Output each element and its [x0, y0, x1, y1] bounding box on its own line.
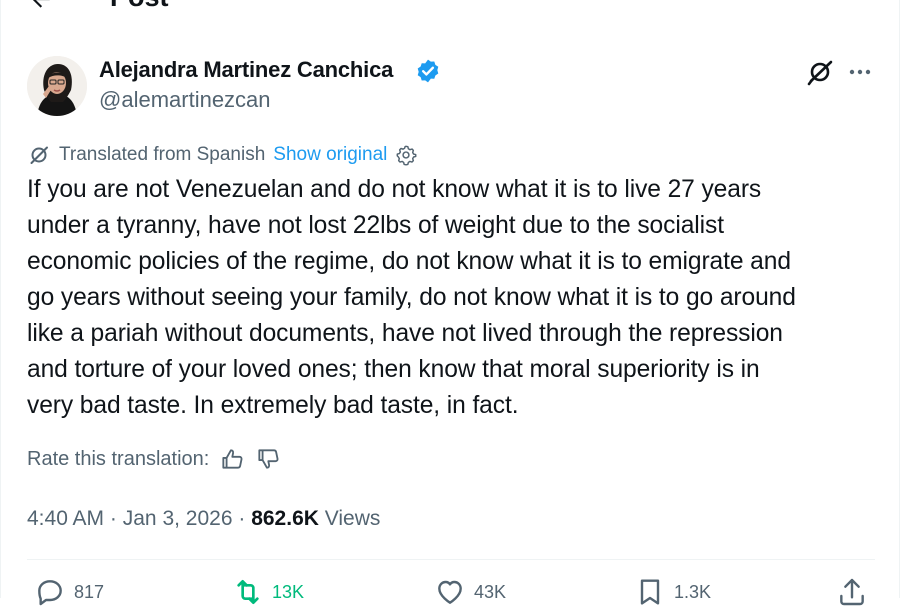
verified-badge-icon	[417, 59, 439, 83]
post-time[interactable]: 4:40 AM	[27, 507, 104, 530]
like-button[interactable]: 43K	[434, 576, 506, 608]
left-border	[0, 0, 1, 598]
page-title: Post	[110, 0, 169, 12]
repost-icon	[237, 580, 259, 604]
share-icon	[840, 578, 864, 606]
post-meta: 4:40 AM · Jan 3, 2026 · 862.6K Views	[27, 505, 380, 533]
divider	[27, 559, 875, 560]
translation-row: Translated from Spanish Show original	[27, 142, 417, 168]
rate-translation-label: Rate this translation:	[27, 447, 210, 470]
meta-separator: ·	[109, 507, 117, 530]
post-date[interactable]: Jan 3, 2026	[123, 507, 233, 530]
grok-icon[interactable]	[805, 57, 835, 87]
arrow-left-icon[interactable]	[28, 0, 54, 12]
repost-count: 13K	[272, 581, 305, 602]
meta-separator: ·	[238, 507, 246, 530]
more-icon[interactable]	[846, 60, 874, 84]
bookmark-count: 1.3K	[674, 581, 712, 602]
gear-icon[interactable]	[395, 144, 417, 166]
repost-button[interactable]: 13K	[232, 576, 304, 608]
grok-translate-icon	[30, 146, 48, 164]
bookmark-button[interactable]: 1.3K	[634, 576, 711, 608]
reply-button[interactable]: 817	[34, 576, 104, 608]
reply-count: 817	[74, 581, 105, 602]
rate-translation-row: Rate this translation:	[27, 446, 281, 472]
translated-label: Translated from Spanish	[59, 144, 266, 165]
tweet-text: If you are not Venezuelan and do not kno…	[27, 176, 796, 419]
post-header: Post	[0, 0, 900, 14]
author-name[interactable]: Alejandra Martinez Canchica	[99, 56, 393, 84]
bookmark-icon	[640, 579, 660, 605]
reply-icon	[38, 580, 62, 606]
heart-icon	[438, 580, 462, 604]
thumbs-down-icon[interactable]	[255, 446, 281, 472]
views-count: 862.6K	[251, 507, 319, 530]
views-label: Views	[324, 507, 381, 530]
avatar[interactable]	[27, 56, 87, 116]
author-handle[interactable]: @alemartinezcan	[99, 86, 271, 114]
show-original-link[interactable]: Show original	[273, 144, 387, 166]
avatar-image	[27, 56, 87, 116]
share-button[interactable]	[836, 576, 876, 608]
like-count: 43K	[474, 581, 507, 602]
thumbs-up-icon[interactable]	[219, 446, 245, 472]
